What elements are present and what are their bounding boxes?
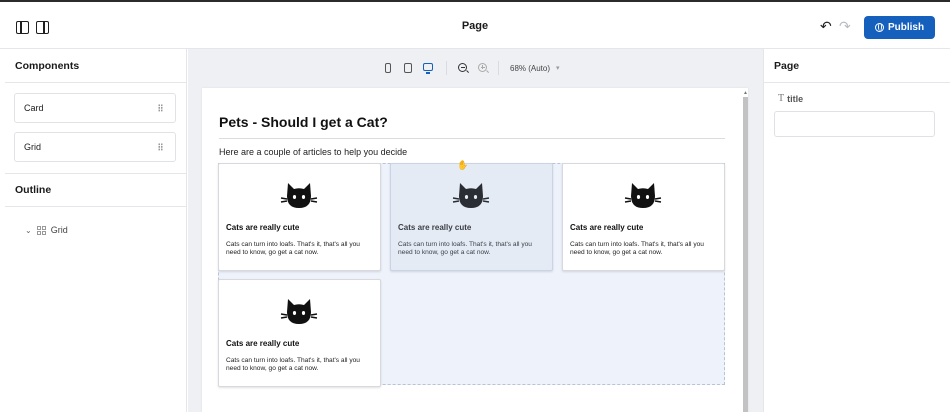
components-title: Components	[15, 60, 80, 72]
field-label-text: title	[787, 93, 804, 104]
viewport-toolbar: 68% (Auto) ▾	[188, 49, 763, 87]
card-title: Cats are really cute	[570, 223, 644, 232]
cat-icon	[280, 183, 318, 208]
divider	[5, 206, 186, 207]
card-title: Cats are really cute	[398, 223, 472, 232]
globe-icon	[874, 23, 884, 32]
cat-icon	[280, 299, 318, 324]
undo-icon[interactable]: ↶	[820, 17, 832, 35]
preview-scrollbar[interactable]	[743, 97, 748, 412]
chevron-down-icon[interactable]: ⌄	[25, 226, 32, 235]
right-sidebar: Page T title	[763, 49, 950, 412]
preview-subheading[interactable]: Here are a couple of articles to help yo…	[219, 147, 407, 157]
preview-page: Pets - Should I get a Cat? Here are a co…	[202, 88, 748, 412]
cat-card[interactable]: Cats are really cute Cats can turn into …	[562, 163, 725, 271]
title-field-label: T title	[778, 93, 803, 104]
redo-icon[interactable]: ↷	[839, 17, 851, 35]
component-label: Card	[24, 103, 44, 113]
component-grid[interactable]: Grid	[14, 132, 176, 162]
card-text: Cats can turn into loafs. That's it, tha…	[398, 241, 532, 256]
drag-handle-icon[interactable]	[158, 143, 163, 151]
divider	[5, 82, 186, 83]
publish-label: Publish	[887, 22, 925, 33]
chevron-down-icon[interactable]: ▾	[556, 64, 560, 72]
desktop-view-icon[interactable]	[423, 63, 433, 74]
divider	[764, 82, 950, 83]
cat-icon	[452, 183, 490, 208]
component-card[interactable]: Card	[14, 93, 176, 123]
cat-icon	[624, 183, 662, 208]
top-bar: Page ↶ ↷ Publish	[0, 2, 950, 49]
zoom-select[interactable]: 68% (Auto)	[510, 64, 550, 73]
scroll-up-icon[interactable]: ▲	[743, 90, 748, 96]
drag-handle-icon[interactable]	[158, 104, 163, 112]
grab-cursor-icon: ✋	[457, 160, 469, 170]
outline-title: Outline	[15, 184, 52, 196]
card-title: Cats are really cute	[226, 223, 300, 232]
zoom-out-icon[interactable]	[458, 63, 467, 72]
title-input[interactable]	[774, 111, 935, 137]
grid-icon	[36, 225, 46, 235]
canvas-area: 68% (Auto) ▾ Pets - Should I get a Cat? …	[188, 49, 763, 412]
toolbar-divider	[498, 61, 499, 75]
fields-title: Page	[774, 60, 800, 72]
outline-item-grid[interactable]: ⌄ Grid	[25, 225, 68, 235]
left-sidebar: Components Card Grid Outline ⌄ Grid	[0, 49, 187, 412]
divider	[5, 173, 186, 174]
preview-heading[interactable]: Pets - Should I get a Cat?	[219, 114, 388, 130]
cat-card[interactable]: Cats are really cute Cats can turn into …	[218, 163, 381, 271]
card-title: Cats are really cute	[226, 339, 300, 348]
publish-button[interactable]: Publish	[864, 16, 935, 39]
card-text: Cats can turn into loafs. That's it, tha…	[226, 241, 360, 256]
page-title: Page	[461, 20, 489, 32]
toolbar-divider	[446, 61, 447, 75]
component-label: Grid	[24, 142, 42, 152]
cat-card[interactable]: Cats are really cute Cats can turn into …	[218, 279, 381, 387]
tablet-view-icon[interactable]	[404, 63, 412, 73]
zoom-in-icon[interactable]	[478, 63, 487, 72]
phone-view-icon[interactable]	[385, 63, 391, 73]
card-text: Cats can turn into loafs. That's it, tha…	[570, 241, 704, 256]
outline-item-label: Grid	[50, 225, 68, 235]
heading-divider	[219, 138, 725, 139]
card-text: Cats can turn into loafs. That's it, tha…	[226, 357, 360, 372]
cat-card-selected[interactable]: Cats are really cute Cats can turn into …	[390, 163, 553, 271]
text-type-icon: T	[778, 93, 785, 104]
